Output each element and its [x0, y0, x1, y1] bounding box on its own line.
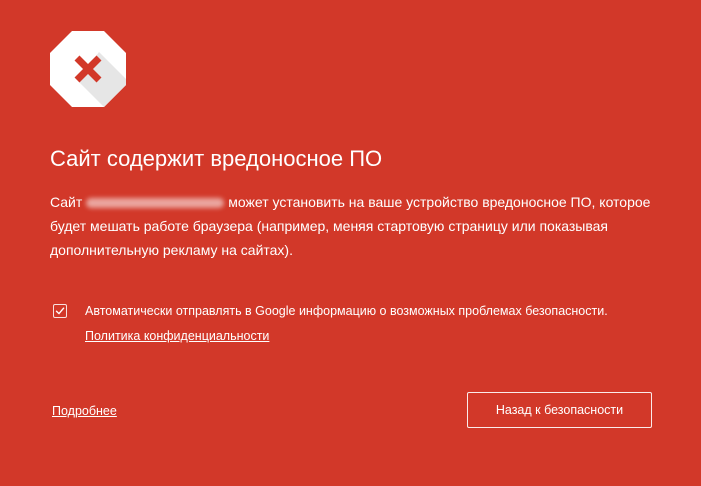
checkmark-icon [55, 307, 65, 315]
description-prefix: Сайт [50, 194, 83, 210]
privacy-policy-link[interactable]: Политика конфиденциальности [85, 328, 269, 344]
details-link[interactable]: Подробнее [52, 403, 117, 419]
warning-description: Сайт может установить на ваше устройство … [50, 190, 660, 262]
back-to-safety-button[interactable]: Назад к безопасности [467, 392, 652, 428]
malware-octagon-x-icon [50, 31, 126, 107]
page-title: Сайт содержит вредоносное ПО [50, 146, 383, 171]
obscured-site-name [86, 198, 225, 209]
report-checkbox-label: Автоматически отправлять в Google информ… [85, 304, 608, 318]
report-checkbox[interactable] [53, 304, 67, 318]
